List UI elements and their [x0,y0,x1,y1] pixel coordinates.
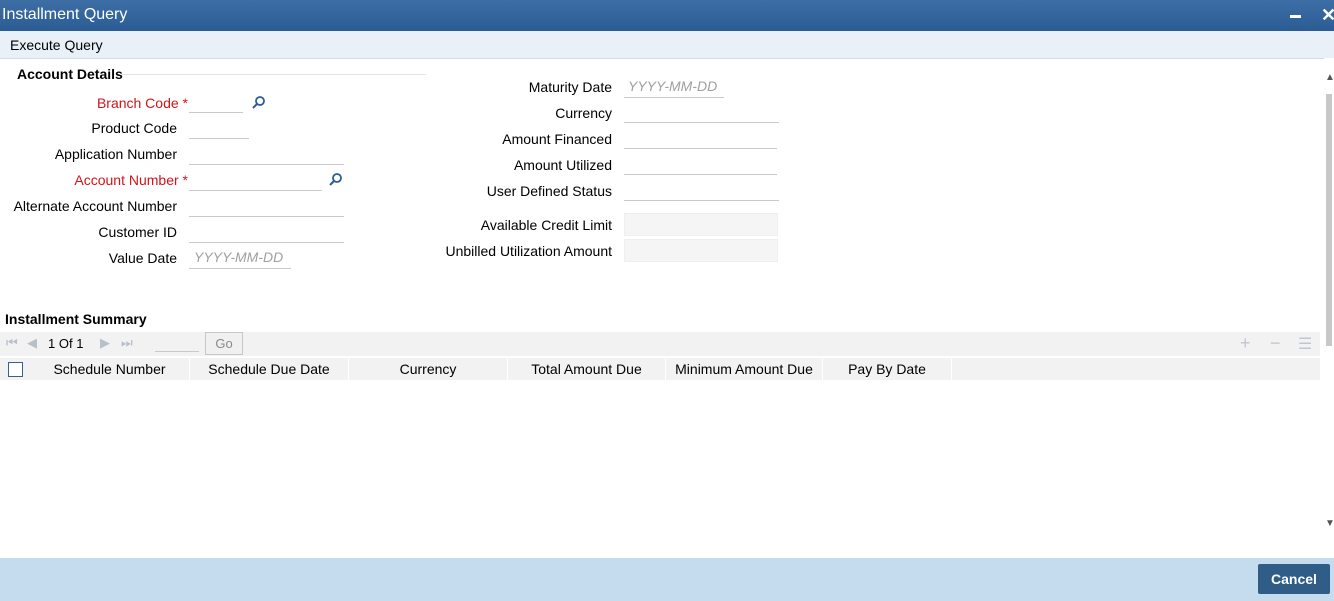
account-number-label: Account Number * [74,172,188,188]
column-header-currency[interactable]: Currency [349,358,508,380]
column-header-minimum-amount-due[interactable]: Minimum Amount Due [666,358,823,380]
currency-input[interactable] [624,102,779,123]
user-defined-status-input[interactable] [624,180,779,201]
window-title-bar: Installment Query ✕ [0,0,1334,31]
column-header-schedule-number[interactable]: Schedule Number [30,358,190,380]
of-label: Of [58,336,73,351]
available-credit-limit-field [624,213,778,236]
unbilled-utilization-amount-label: Unbilled Utilization Amount [445,243,612,259]
amount-financed-label: Amount Financed [502,131,612,147]
footer-bar: Cancel [0,558,1334,601]
value-date-label: Value Date [108,250,177,266]
column-header-schedule-due-date[interactable]: Schedule Due Date [190,358,349,380]
amount-utilized-label: Amount Utilized [513,157,612,173]
unbilled-utilization-amount-field [624,239,778,262]
section-divider [120,74,426,75]
customer-id-label: Customer ID [98,224,177,240]
go-button[interactable]: Go [205,332,243,355]
column-header-pay-by-date[interactable]: Pay By Date [823,358,952,380]
first-page-icon[interactable]: ⏮ [6,335,18,351]
application-number-label: Application Number [54,146,177,162]
account-details-heading: Account Details [17,66,123,82]
maturity-date-placeholder: YYYY-MM-DD [628,78,718,94]
last-page-icon[interactable]: ⏭ [121,335,133,351]
scroll-down-icon[interactable]: ▼ [1325,518,1334,529]
cancel-button[interactable]: Cancel [1258,564,1330,594]
scroll-up-icon[interactable]: ▲ [1325,72,1334,83]
close-icon[interactable]: ✕ [1321,5,1334,25]
branch-code-label: Branch Code * [96,95,188,111]
page-number-input[interactable] [155,351,199,352]
list-view-icon[interactable]: ☰ [1298,334,1312,354]
required-marker: * [182,95,188,111]
installment-summary-heading: Installment Summary [5,311,147,327]
application-number-input[interactable] [189,144,344,165]
select-all-checkbox[interactable] [8,362,23,377]
product-code-input[interactable] [189,118,249,139]
total-pages: 1 [76,336,84,351]
current-page: 1 [48,336,56,351]
grid-header: Schedule Number Schedule Due Date Curren… [0,358,1320,380]
add-row-icon[interactable]: + [1240,333,1251,354]
available-credit-limit-label: Available Credit Limit [480,217,612,233]
vertical-scrollbar[interactable]: ▲ ▼ [1324,58,1334,550]
menu-bar: Execute Query [0,31,1334,59]
product-code-label: Product Code [91,120,177,136]
alternate-account-number-label: Alternate Account Number [13,198,177,214]
amount-financed-input[interactable] [624,128,777,149]
currency-label: Currency [555,105,612,121]
scrollbar-thumb[interactable] [1326,94,1332,346]
required-marker: * [182,172,188,188]
delete-row-icon[interactable]: − [1270,333,1281,354]
amount-utilized-input[interactable] [624,154,777,175]
value-date-placeholder: YYYY-MM-DD [194,249,284,265]
account-number-input[interactable] [189,170,322,191]
window-title: Installment Query [2,6,128,23]
branch-code-input[interactable] [189,92,243,113]
grid-pager: ⏮ ◀ 1 Of 1 ▶ ⏭ Go + − ☰ [0,332,1320,356]
next-page-icon[interactable]: ▶ [100,335,110,351]
account-number-search-icon[interactable] [328,172,344,188]
minimize-icon[interactable] [1290,15,1301,18]
execute-query-menu-item[interactable]: Execute Query [10,37,103,53]
alternate-account-number-input[interactable] [189,196,344,217]
maturity-date-label: Maturity Date [528,79,612,95]
branch-code-search-icon[interactable] [251,95,267,111]
customer-id-input[interactable] [189,222,344,243]
column-header-total-amount-due[interactable]: Total Amount Due [508,358,666,380]
page-indicator: 1 Of 1 [48,336,83,351]
user-defined-status-label: User Defined Status [486,183,612,199]
previous-page-icon[interactable]: ◀ [27,335,37,351]
